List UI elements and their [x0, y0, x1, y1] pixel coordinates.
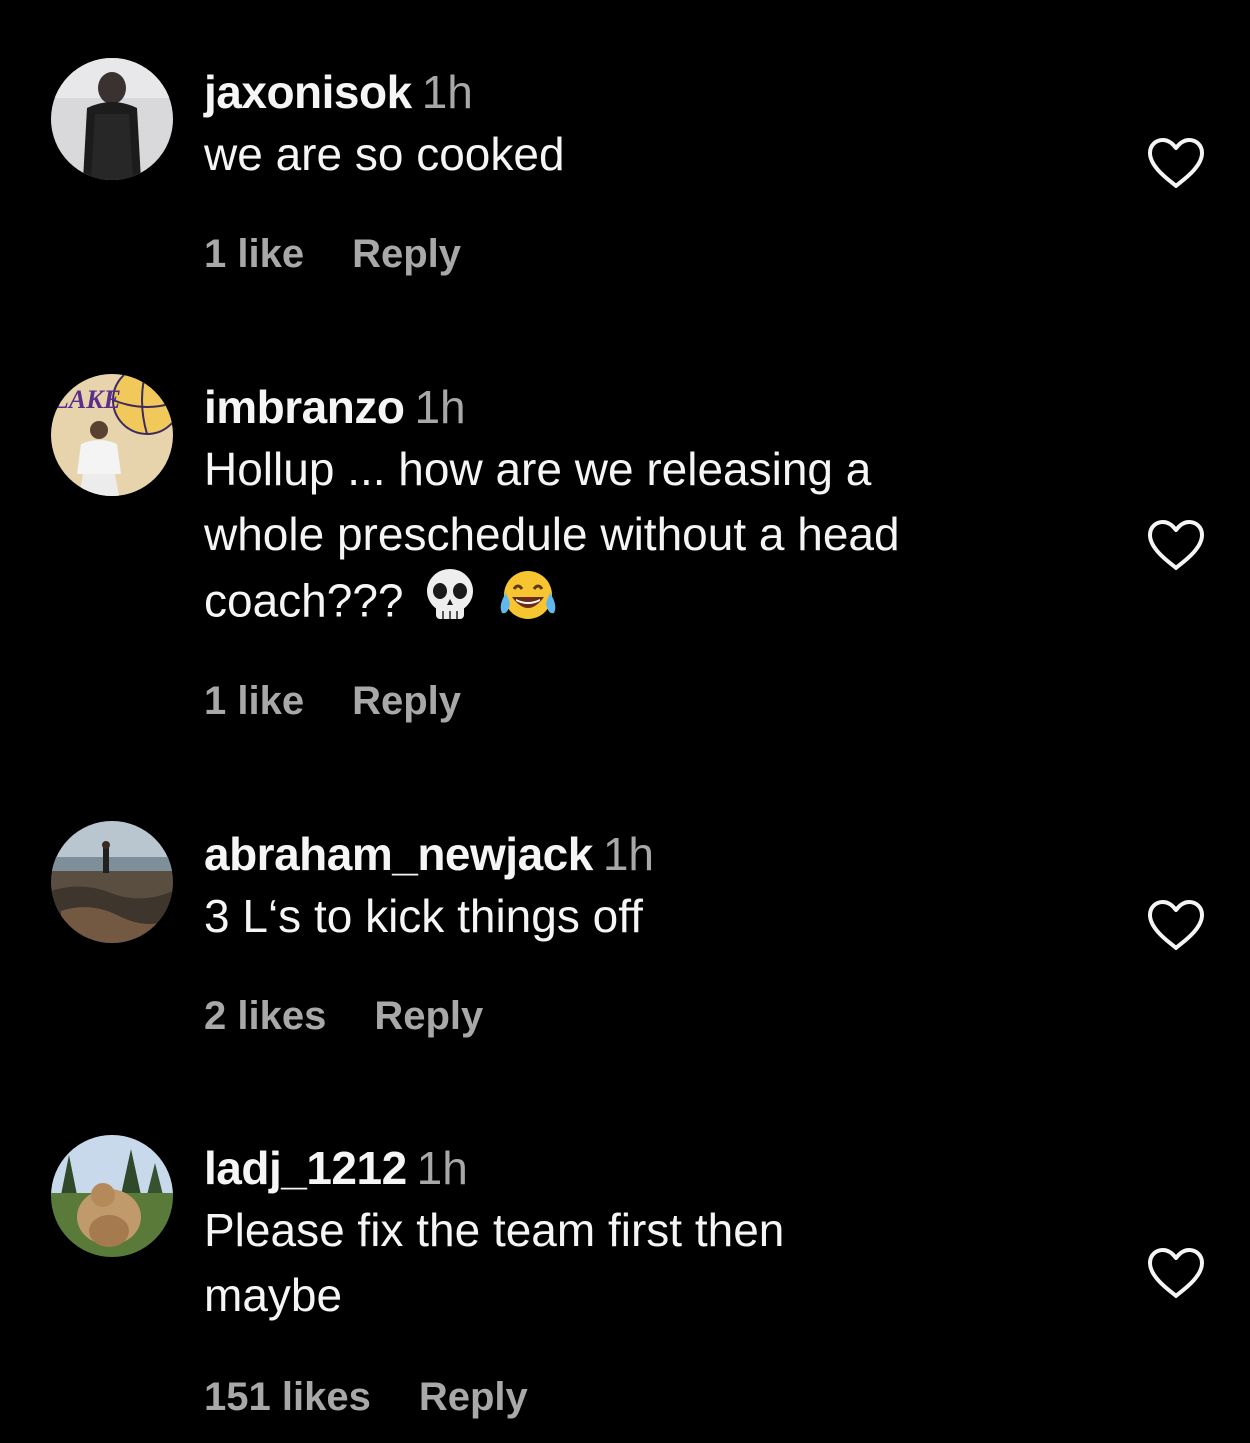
- comment-text: 3 L‘s to kick things off: [204, 890, 643, 942]
- likes-count[interactable]: 1 like: [204, 679, 304, 723]
- heart-outline-icon: [1148, 138, 1204, 188]
- comment-list: jaxonisok 1h we are so cooked 1 like Reply…: [0, 0, 1250, 1443]
- reply-button[interactable]: Reply: [352, 679, 461, 723]
- avatar[interactable]: [51, 58, 173, 180]
- comment-meta: imbranzo 1h: [204, 379, 1124, 435]
- svg-text:LAKE: LAKE: [52, 385, 121, 414]
- username[interactable]: ladj_1212: [204, 1142, 407, 1194]
- skull-emoji: [422, 567, 478, 642]
- likes-count[interactable]: 1 like: [204, 232, 304, 276]
- timestamp[interactable]: 1h: [422, 66, 473, 118]
- likes-count[interactable]: 2 likes: [204, 994, 326, 1038]
- avatar[interactable]: [51, 821, 173, 943]
- like-button[interactable]: [1146, 1246, 1206, 1300]
- reply-button[interactable]: Reply: [374, 994, 483, 1038]
- username[interactable]: abraham_newjack: [204, 828, 593, 880]
- avatar[interactable]: LAKE: [51, 374, 173, 496]
- comment-actions: 1 like Reply: [204, 230, 461, 278]
- comment-meta: jaxonisok 1h: [204, 64, 1124, 120]
- comment-text: we are so cooked: [204, 128, 565, 180]
- username[interactable]: jaxonisok: [204, 66, 412, 118]
- comment-actions: 1 like Reply: [204, 677, 461, 725]
- username[interactable]: imbranzo: [204, 381, 405, 433]
- comment-meta: ladj_1212 1h: [204, 1140, 1124, 1196]
- comment-body: ladj_1212 1h Please fix the team first th…: [204, 1140, 1124, 1328]
- tears-of-joy-emoji: [496, 567, 560, 642]
- comment-actions: 151 likes Reply: [204, 1373, 528, 1421]
- comment-text: Hollup ... how are we releasing a whole …: [204, 437, 1124, 642]
- like-button[interactable]: [1146, 136, 1206, 190]
- reply-button[interactable]: Reply: [419, 1375, 528, 1419]
- heart-outline-icon: [1148, 1248, 1204, 1298]
- comment-body: jaxonisok 1h we are so cooked: [204, 64, 1124, 187]
- comment-actions: 2 likes Reply: [204, 992, 483, 1040]
- likes-count[interactable]: 151 likes: [204, 1375, 371, 1419]
- comment-body: imbranzo 1h Hollup ... how are we releasi…: [204, 379, 1124, 642]
- avatar[interactable]: [51, 1135, 173, 1257]
- comment-text: Please fix the team first then maybe: [204, 1204, 785, 1321]
- like-button[interactable]: [1146, 898, 1206, 952]
- comment-body: abraham_newjack 1h 3 L‘s to kick things o…: [204, 826, 1124, 949]
- comment-meta: abraham_newjack 1h: [204, 826, 1124, 882]
- like-button[interactable]: [1146, 518, 1206, 572]
- heart-outline-icon: [1148, 520, 1204, 570]
- timestamp[interactable]: 1h: [414, 381, 465, 433]
- heart-outline-icon: [1148, 900, 1204, 950]
- reply-button[interactable]: Reply: [352, 232, 461, 276]
- timestamp[interactable]: 1h: [603, 828, 654, 880]
- timestamp[interactable]: 1h: [417, 1142, 468, 1194]
